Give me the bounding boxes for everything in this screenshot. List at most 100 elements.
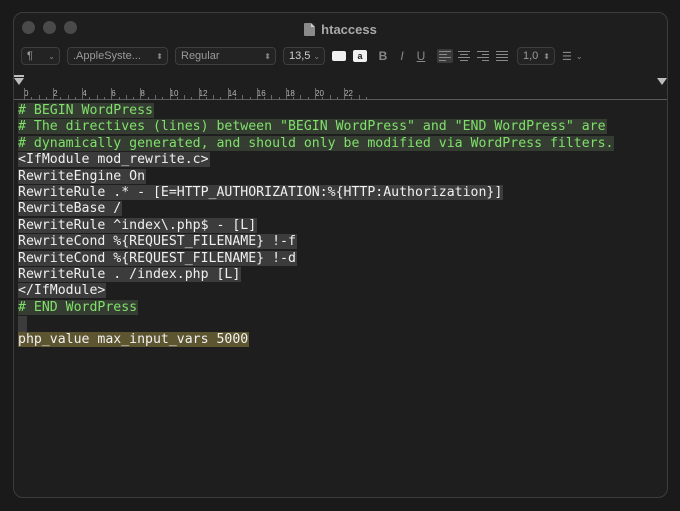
underline-button[interactable]: U xyxy=(412,49,430,63)
font-style-label: Regular xyxy=(181,50,220,62)
ruler-tick xyxy=(198,88,200,100)
line-text: # The directives (lines) between "BEGIN … xyxy=(18,119,607,135)
ruler-tick xyxy=(24,88,25,100)
line-text: # dynamically generated, and should only… xyxy=(18,135,615,151)
ruler-tick xyxy=(300,95,302,100)
ruler-tick xyxy=(365,97,367,100)
ruler-tick xyxy=(315,88,316,100)
text-editor-window: htaccess ¶ ⌄ .AppleSyste... ⬍ Regular ⬍ … xyxy=(13,12,668,498)
ruler-tick xyxy=(358,95,360,100)
ruler-tick xyxy=(329,95,331,100)
text-line[interactable]: # END WordPress xyxy=(18,299,667,316)
ruler-tick xyxy=(344,88,346,100)
window-title: htaccess xyxy=(304,22,377,37)
chevron-down-icon: ⌄ xyxy=(313,51,321,61)
ruler-tick xyxy=(96,95,98,100)
text-line[interactable]: # dynamically generated, and should only… xyxy=(18,135,667,152)
line-text: </IfModule> xyxy=(18,283,107,299)
paragraph-style-select[interactable]: ¶ ⌄ xyxy=(21,47,60,65)
text-line[interactable] xyxy=(18,316,667,333)
list-select[interactable]: ☰ ⌄ xyxy=(562,50,583,63)
line-text: RewriteEngine On xyxy=(18,168,147,184)
font-style-select[interactable]: Regular ⬍ xyxy=(175,47,276,65)
list-bullets-icon: ☰ xyxy=(562,50,572,63)
ruler-tick xyxy=(322,97,324,100)
text-caret xyxy=(18,316,27,333)
text-line[interactable]: RewriteRule . /index.php [L] xyxy=(18,266,667,283)
ruler-tick xyxy=(67,95,69,100)
text-line[interactable]: RewriteCond %{REQUEST_FILENAME} !-f xyxy=(18,234,667,250)
ruler-tick xyxy=(191,97,193,100)
line-text: # BEGIN WordPress xyxy=(18,103,154,118)
text-line[interactable]: </IfModule> xyxy=(18,283,667,299)
ruler-tick xyxy=(118,97,120,100)
align-justify-icon[interactable] xyxy=(494,49,510,63)
bold-button[interactable]: B xyxy=(374,49,392,63)
chevron-down-icon: ⌄ xyxy=(48,51,55,61)
ruler-tick xyxy=(336,97,338,100)
updown-chevron-icon: ⬍ xyxy=(264,51,271,61)
line-text: RewriteCond %{REQUEST_FILENAME} !-f xyxy=(18,234,297,250)
ruler-tick xyxy=(271,95,273,100)
line-text: RewriteRule . /index.php [L] xyxy=(18,266,242,282)
ruler-tick xyxy=(38,95,40,100)
paragraph-style-label: ¶ xyxy=(27,50,33,62)
text-line[interactable]: RewriteCond %{REQUEST_FILENAME} !-d xyxy=(18,250,667,267)
format-toolbar: ¶ ⌄ .AppleSyste... ⬍ Regular ⬍ 13,5 ⌄ a … xyxy=(14,45,667,67)
ruler-tick xyxy=(82,88,84,100)
font-family-select[interactable]: .AppleSyste... ⬍ xyxy=(67,47,168,65)
text-line[interactable]: RewriteEngine On xyxy=(18,168,667,185)
minimize-button[interactable] xyxy=(43,21,56,34)
ruler[interactable]: 0 2 4 6 8 10 12 14 16 18 20 22 xyxy=(14,75,667,100)
ruler-tick xyxy=(234,97,236,100)
ruler-tick xyxy=(74,97,76,100)
text-line[interactable]: <IfModule mod_rewrite.c> xyxy=(18,152,667,168)
ruler-tick xyxy=(285,88,287,100)
left-indent-marker[interactable] xyxy=(14,78,24,85)
text-line[interactable]: # BEGIN WordPress xyxy=(18,103,667,119)
text-line[interactable]: # The directives (lines) between "BEGIN … xyxy=(18,119,667,135)
right-indent-marker[interactable] xyxy=(657,78,667,85)
italic-button[interactable]: I xyxy=(393,49,411,63)
text-line[interactable]: RewriteBase / xyxy=(18,201,667,217)
text-line[interactable]: RewriteRule ^index\.php$ - [L] xyxy=(18,217,667,234)
ruler-tick xyxy=(31,97,33,100)
ruler-tick xyxy=(53,88,55,100)
line-text: php_value max_input_vars 5000 xyxy=(18,332,250,348)
text-area[interactable]: # BEGIN WordPress # The directives (lines… xyxy=(18,103,667,497)
background-color-button[interactable]: a xyxy=(353,50,367,62)
ruler-tick xyxy=(249,97,251,100)
ruler-tick xyxy=(205,97,207,100)
line-spacing-select[interactable]: 1,0 ⬍ xyxy=(517,47,555,65)
window-title-text: htaccess xyxy=(321,21,377,37)
ruler-tick xyxy=(169,88,171,100)
ruler-tick xyxy=(307,97,309,100)
align-left-icon[interactable] xyxy=(437,49,453,63)
align-right-icon[interactable] xyxy=(475,49,491,63)
line-text: RewriteRule ^index\.php$ - [L] xyxy=(18,217,258,233)
first-line-indent-marker[interactable] xyxy=(14,75,24,77)
close-button[interactable] xyxy=(22,21,35,34)
ruler-tick xyxy=(162,97,164,100)
text-color-well[interactable] xyxy=(332,51,346,61)
ruler-tick xyxy=(256,88,258,100)
ruler-tick xyxy=(227,88,229,100)
ruler-tick xyxy=(154,95,156,100)
font-size-field[interactable]: 13,5 ⌄ xyxy=(283,47,325,65)
background-color-label: a xyxy=(357,51,363,61)
ruler-tick xyxy=(89,97,91,100)
align-center-icon[interactable] xyxy=(456,49,472,63)
ruler-tick xyxy=(184,95,186,100)
ruler-tick xyxy=(278,97,280,100)
line-text: RewriteBase / xyxy=(18,201,123,217)
ruler-tick xyxy=(60,97,62,100)
updown-chevron-icon: ⬍ xyxy=(156,51,163,61)
font-family-label: .AppleSyste... xyxy=(73,50,141,62)
ruler-tick xyxy=(45,97,47,100)
text-line[interactable]: RewriteRule .* - [E=HTTP_AUTHORIZATION:%… xyxy=(18,184,667,201)
title-bar: htaccess xyxy=(14,13,667,45)
text-line[interactable]: php_value max_input_vars 5000 xyxy=(18,332,667,348)
ruler-tick xyxy=(111,88,113,100)
ruler-tick xyxy=(176,97,178,100)
zoom-button[interactable] xyxy=(64,21,77,34)
